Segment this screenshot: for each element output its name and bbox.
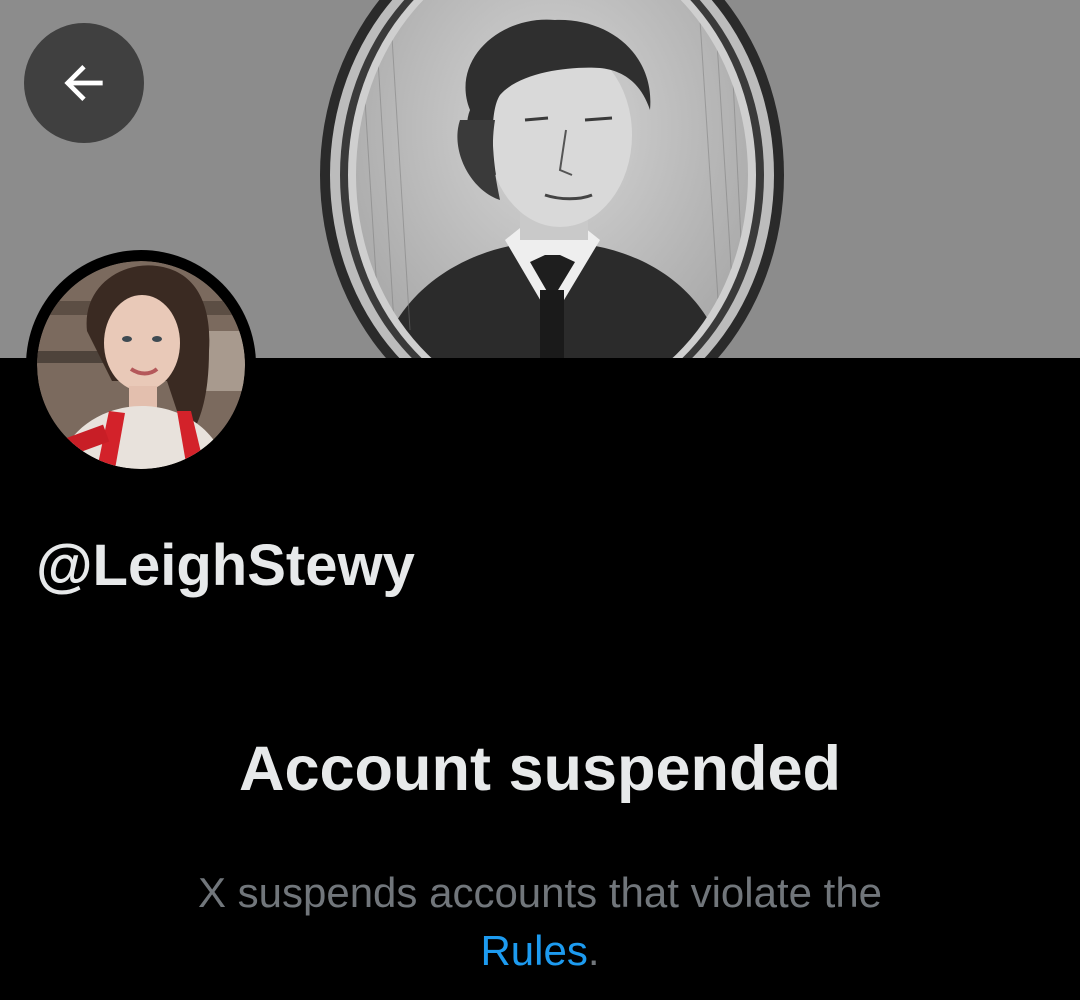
arrow-left-icon xyxy=(64,65,103,101)
back-button[interactable] xyxy=(24,23,144,143)
suspension-message-text: X suspends accounts that violate the xyxy=(197,869,883,916)
suspension-title: Account suspended xyxy=(238,734,842,804)
avatar-photo xyxy=(37,261,245,469)
rules-link[interactable]: Rules xyxy=(480,927,587,974)
avatar[interactable] xyxy=(26,250,256,480)
suspension-message-period: . xyxy=(587,927,600,974)
profile-handle: @LeighStewy xyxy=(36,533,415,598)
suspension-message: X suspends accounts that violate the Rul… xyxy=(0,864,1080,980)
